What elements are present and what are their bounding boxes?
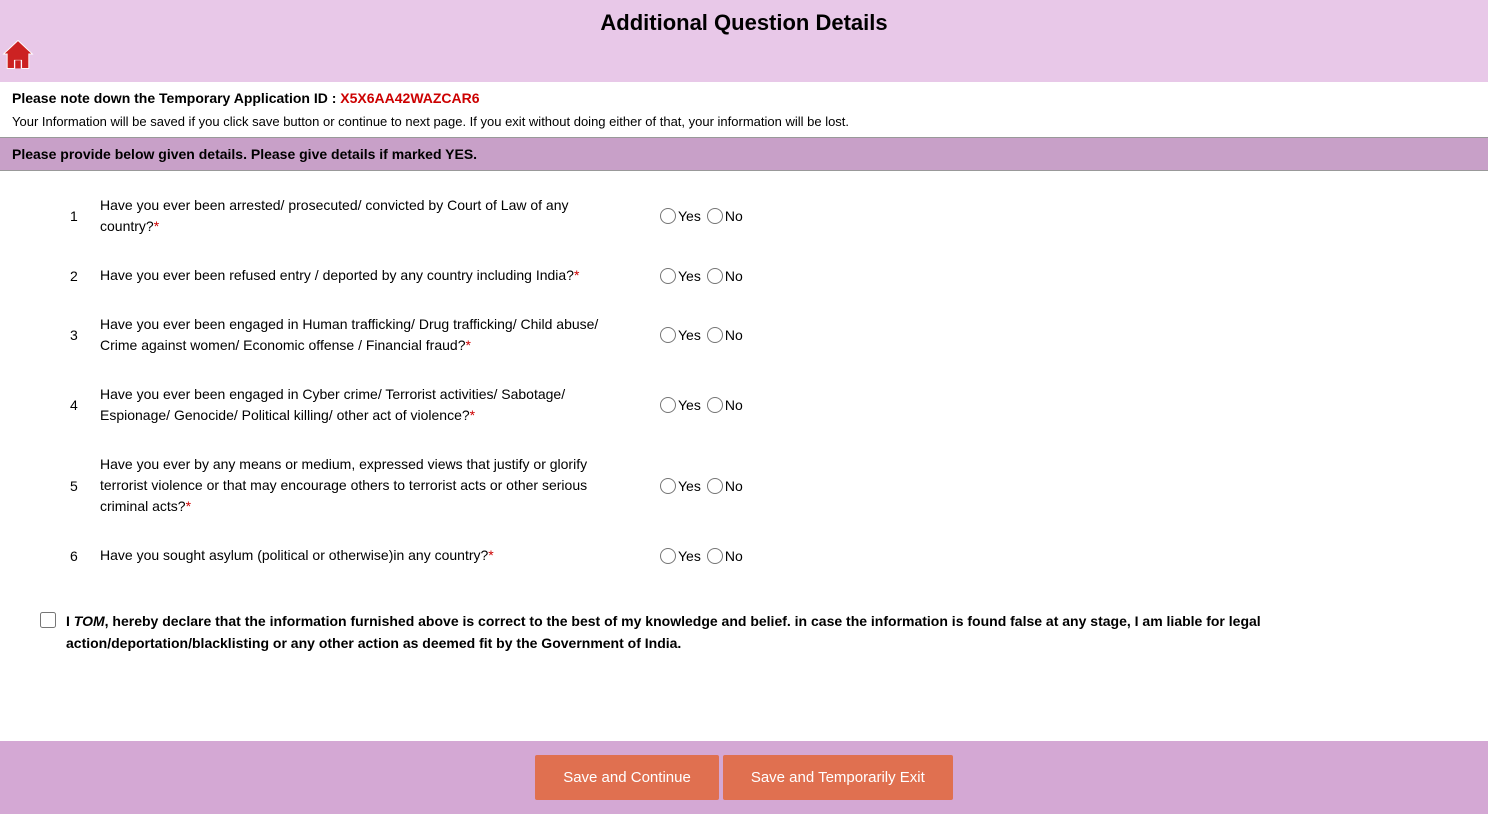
radio-yes-input-4[interactable] <box>660 397 676 413</box>
yes-label-5: Yes <box>678 478 701 494</box>
declaration-section: I TOM, hereby declare that the informati… <box>0 590 1488 665</box>
no-label-6: No <box>725 548 743 564</box>
radio-no-6[interactable]: No <box>707 548 743 564</box>
table-row: 5 Have you ever by any means or medium, … <box>40 440 1448 531</box>
info-text: Your Information will be saved if you cl… <box>0 110 1488 137</box>
radio-group-3: Yes No <box>660 327 743 343</box>
required-marker-6: * <box>488 547 493 563</box>
radio-no-input-6[interactable] <box>707 548 723 564</box>
no-label-2: No <box>725 268 743 284</box>
radio-yes-4[interactable]: Yes <box>660 397 701 413</box>
radio-no-input-1[interactable] <box>707 208 723 224</box>
yes-label-2: Yes <box>678 268 701 284</box>
radio-yes-2[interactable]: Yes <box>660 268 701 284</box>
table-row: 6 Have you sought asylum (political or o… <box>40 531 1448 580</box>
yes-label-1: Yes <box>678 208 701 224</box>
question-text-6: Have you sought asylum (political or oth… <box>100 545 600 566</box>
no-label-4: No <box>725 397 743 413</box>
radio-no-3[interactable]: No <box>707 327 743 343</box>
radio-group-1: Yes No <box>660 208 743 224</box>
radio-yes-input-2[interactable] <box>660 268 676 284</box>
home-icon[interactable] <box>0 36 36 72</box>
no-label-3: No <box>725 327 743 343</box>
save-continue-button[interactable]: Save and Continue <box>535 755 719 800</box>
app-id-section: Please note down the Temporary Applicati… <box>0 82 1488 110</box>
question-text-1: Have you ever been arrested/ prosecuted/… <box>100 195 600 237</box>
required-marker-4: * <box>470 407 475 423</box>
yes-label-3: Yes <box>678 327 701 343</box>
declaration-checkbox[interactable] <box>40 612 56 628</box>
question-number-1: 1 <box>40 208 100 224</box>
declaration-text: I TOM, hereby declare that the informati… <box>40 610 1448 655</box>
no-label-5: No <box>725 478 743 494</box>
required-marker-2: * <box>574 267 579 283</box>
radio-yes-3[interactable]: Yes <box>660 327 701 343</box>
question-text-5: Have you ever by any means or medium, ex… <box>100 454 600 517</box>
question-number-3: 3 <box>40 327 100 343</box>
yes-label-4: Yes <box>678 397 701 413</box>
page-wrapper: Additional Question Details Please note … <box>0 0 1488 814</box>
radio-no-input-4[interactable] <box>707 397 723 413</box>
radio-no-2[interactable]: No <box>707 268 743 284</box>
required-marker-3: * <box>465 337 470 353</box>
question-text-4: Have you ever been engaged in Cyber crim… <box>100 384 600 426</box>
radio-yes-1[interactable]: Yes <box>660 208 701 224</box>
radio-group-6: Yes No <box>660 548 743 564</box>
radio-yes-input-6[interactable] <box>660 548 676 564</box>
radio-group-4: Yes No <box>660 397 743 413</box>
radio-yes-input-5[interactable] <box>660 478 676 494</box>
radio-no-1[interactable]: No <box>707 208 743 224</box>
radio-group-5: Yes No <box>660 478 743 494</box>
app-id-label: Please note down the Temporary Applicati… <box>12 90 336 106</box>
question-text-2: Have you ever been refused entry / depor… <box>100 265 600 286</box>
radio-no-input-2[interactable] <box>707 268 723 284</box>
page-title: Additional Question Details <box>0 10 1488 36</box>
section-header: Please provide below given details. Plea… <box>0 137 1488 171</box>
save-exit-button[interactable]: Save and Temporarily Exit <box>723 755 953 800</box>
question-number-4: 4 <box>40 397 100 413</box>
radio-no-input-3[interactable] <box>707 327 723 343</box>
question-number-2: 2 <box>40 268 100 284</box>
footer: Save and Continue Save and Temporarily E… <box>0 741 1488 814</box>
radio-yes-6[interactable]: Yes <box>660 548 701 564</box>
page-header: Additional Question Details <box>0 0 1488 82</box>
question-number-5: 5 <box>40 478 100 494</box>
no-label-1: No <box>725 208 743 224</box>
required-marker-1: * <box>154 218 159 234</box>
required-marker-5: * <box>186 498 191 514</box>
table-row: 3 Have you ever been engaged in Human tr… <box>40 300 1448 370</box>
question-number-6: 6 <box>40 548 100 564</box>
radio-yes-input-3[interactable] <box>660 327 676 343</box>
radio-no-input-5[interactable] <box>707 478 723 494</box>
table-row: 1 Have you ever been arrested/ prosecute… <box>40 181 1448 251</box>
radio-yes-input-1[interactable] <box>660 208 676 224</box>
question-text-3: Have you ever been engaged in Human traf… <box>100 314 600 356</box>
yes-label-6: Yes <box>678 548 701 564</box>
table-row: 2 Have you ever been refused entry / dep… <box>40 251 1448 300</box>
radio-no-4[interactable]: No <box>707 397 743 413</box>
radio-no-5[interactable]: No <box>707 478 743 494</box>
questions-container: 1 Have you ever been arrested/ prosecute… <box>0 171 1488 590</box>
radio-yes-5[interactable]: Yes <box>660 478 701 494</box>
table-row: 4 Have you ever been engaged in Cyber cr… <box>40 370 1448 440</box>
radio-group-2: Yes No <box>660 268 743 284</box>
declaration-statement: I TOM, hereby declare that the informati… <box>66 610 1448 655</box>
app-id-value: X5X6AA42WAZCAR6 <box>340 90 479 106</box>
